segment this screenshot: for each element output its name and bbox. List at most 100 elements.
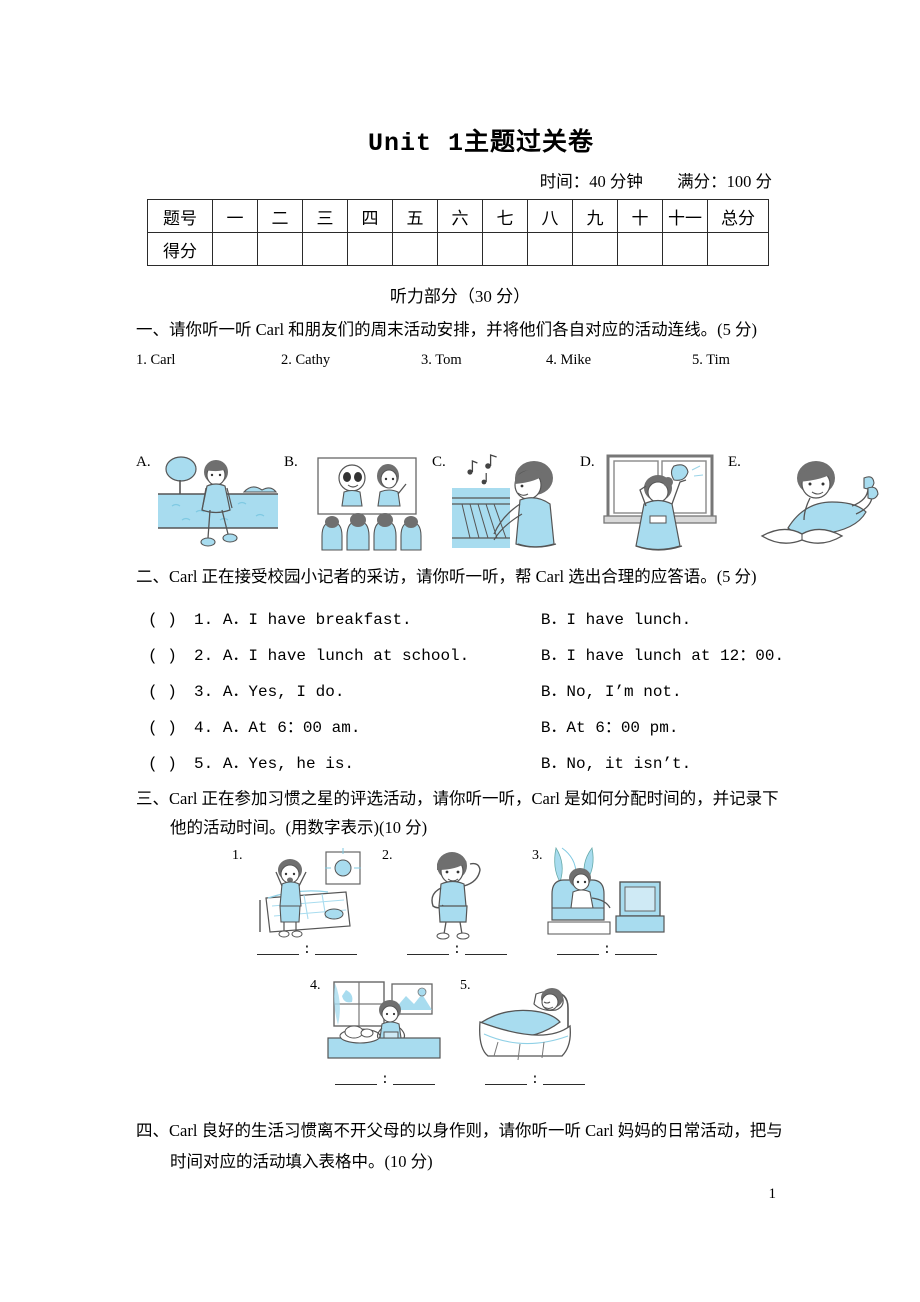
answer-blank-1[interactable]: ( ) [148,611,194,629]
sleeping-in-bed-icon [474,978,594,1070]
name-item-2[interactable]: 2. Cathy [281,352,330,369]
item-number-2: 2. [382,848,393,863]
score-cell-8[interactable] [527,232,573,266]
choice-1-option-a[interactable]: A．I have breakfast. [223,605,541,629]
score-cell-11[interactable] [662,232,708,266]
score-table-col-5: 五 [392,199,438,233]
choice-5-option-b[interactable]: B．No, it isn’t. [541,749,691,773]
choice-4-option-b[interactable]: B．At 6：00 pm. [541,713,679,737]
score-table-value-row: 得分 [147,232,769,266]
score-cell-5[interactable] [392,232,438,266]
section-three-item-3[interactable]: 3.: [532,846,682,966]
choice-row-1[interactable]: ( ) 1. A．I have breakfast. B．I have lunch. [148,605,691,629]
picture-label-a: A. [136,454,151,470]
score-table-col-2: 二 [257,199,303,233]
choice-number-3: 3. [194,683,214,701]
choice-row-4[interactable]: ( ) 4. A．At 6：00 am. B．At 6：00 pm. [148,713,678,737]
section-one-names: 1. Carl 2. Cathy 3. Tom 4. Mike 5. Tim [136,352,796,372]
choice-number-5: 5. [194,755,214,773]
name-item-1[interactable]: 1. Carl [136,352,175,369]
score-table-col-9: 九 [572,199,618,233]
reading-book-lying-down-icon [744,452,879,558]
score-table-col-6: 六 [437,199,483,233]
section-three-item-2[interactable]: 2.: [382,848,532,966]
score-table-row-label-1: 得分 [147,232,213,266]
cleaning-window-icon [596,452,730,558]
choice-number-2: 2. [194,647,214,665]
watching-tv-icon [546,846,666,940]
picture-option-d[interactable]: D. [580,452,730,558]
section-three-items: 1.: 2.: 3.: 4.: 5.: [232,846,672,1098]
page-title: Unit 1主题过关卷 [368,129,595,158]
playing-piano-icon [448,452,582,558]
section-one-pictures: A. B. C. D. E. [136,452,879,558]
score-table-col-11: 十一 [662,199,708,233]
time-blank-4[interactable]: : [320,1072,450,1088]
score-cell-9[interactable] [572,232,618,266]
time-blank-5[interactable]: : [470,1072,600,1088]
answer-blank-3[interactable]: ( ) [148,683,194,701]
score-table-col-1: 一 [212,199,258,233]
choice-number-4: 4. [194,719,214,737]
score-cell-3[interactable] [302,232,348,266]
exam-meta: 时间：40 分钟 满分：100 分 [540,168,772,192]
score-table-col-3: 三 [302,199,348,233]
score-cell-7[interactable] [482,232,528,266]
item-number-4: 4. [310,978,321,993]
choice-1-option-b[interactable]: B．I have lunch. [541,605,691,629]
picture-option-b[interactable]: B. [284,452,434,558]
watching-movie-theatre-icon [300,452,434,558]
waking-up-stretching-icon [246,848,366,940]
picture-label-e: E. [728,454,741,470]
section-two-prompt: 二、Carl 正在接受校园小记者的采访，请你听一听，帮 Carl 选出合理的应答… [136,567,757,586]
picture-label-d: D. [580,454,595,470]
answer-blank-2[interactable]: ( ) [148,647,194,665]
item-number-3: 3. [532,848,543,863]
section-four-prompt-line2: 时间对应的活动填入表格中。(10 分) [170,1152,433,1171]
time-blank-2[interactable]: : [392,942,522,958]
picture-option-c[interactable]: C. [432,452,582,558]
section-three-prompt-line2: 他的活动时间。(用数字表示)(10 分) [170,818,428,837]
choice-row-5[interactable]: ( ) 5. A．Yes, he is. B．No, it isn’t. [148,749,691,773]
choice-4-option-a[interactable]: A．At 6：00 am. [223,713,541,737]
doing-exercise-icon [396,848,516,940]
answer-blank-4[interactable]: ( ) [148,719,194,737]
choice-5-option-a[interactable]: A．Yes, he is. [223,749,541,773]
listening-part-heading: 听力部分（30 分） [389,287,531,306]
choice-2-option-b[interactable]: B．I have lunch at 12：00. [541,641,784,665]
section-three-item-4[interactable]: 4.: [310,978,460,1096]
having-dinner-icon [324,978,444,1070]
section-three-item-5[interactable]: 5.: [460,978,610,1096]
score-cell-1[interactable] [212,232,258,266]
exam-fullscore-label: 满分：100 分 [677,172,772,191]
choice-3-option-a[interactable]: A．Yes, I do. [223,677,541,701]
score-table-col-8: 八 [527,199,573,233]
score-cell-6[interactable] [437,232,483,266]
section-four-prompt-line1: 四、Carl 良好的生活习惯离不开父母的以身作则，请你听一听 Carl 妈妈的日… [136,1121,783,1140]
item-number-1: 1. [232,848,243,863]
score-cell-2[interactable] [257,232,303,266]
score-table-col-7: 七 [482,199,528,233]
section-three-prompt-line1: 三、Carl 正在参加习惯之星的评选活动，请你听一听，Carl 是如何分配时间的… [136,789,779,808]
name-item-3[interactable]: 3. Tom [421,352,462,369]
answer-blank-5[interactable]: ( ) [148,755,194,773]
choice-2-option-a[interactable]: A．I have lunch at school. [223,641,541,665]
score-cell-total[interactable] [707,232,769,266]
name-item-4[interactable]: 4. Mike [546,352,591,369]
name-item-5[interactable]: 5. Tim [692,352,730,369]
picture-option-a[interactable]: A. [136,452,286,558]
choice-row-3[interactable]: ( ) 3. A．Yes, I do. B．No, I’m not. [148,677,682,701]
choice-row-2[interactable]: ( ) 2. A．I have lunch at school. B．I have … [148,641,784,665]
time-blank-3[interactable]: : [542,942,672,958]
page-number: 1 [768,1186,777,1202]
choice-number-1: 1. [194,611,214,629]
item-number-5: 5. [460,978,471,993]
time-blank-1[interactable]: : [242,942,372,958]
score-cell-4[interactable] [347,232,393,266]
worksheet-page: Unit 1主题过关卷 时间：40 分钟 满分：100 分 题号 一 二 三 四… [0,0,920,1302]
section-three-item-1[interactable]: 1.: [232,848,382,966]
choice-3-option-b[interactable]: B．No, I’m not. [541,677,682,701]
score-cell-10[interactable] [617,232,663,266]
picture-option-e[interactable]: E. [728,452,879,558]
score-table-col-10: 十 [617,199,663,233]
